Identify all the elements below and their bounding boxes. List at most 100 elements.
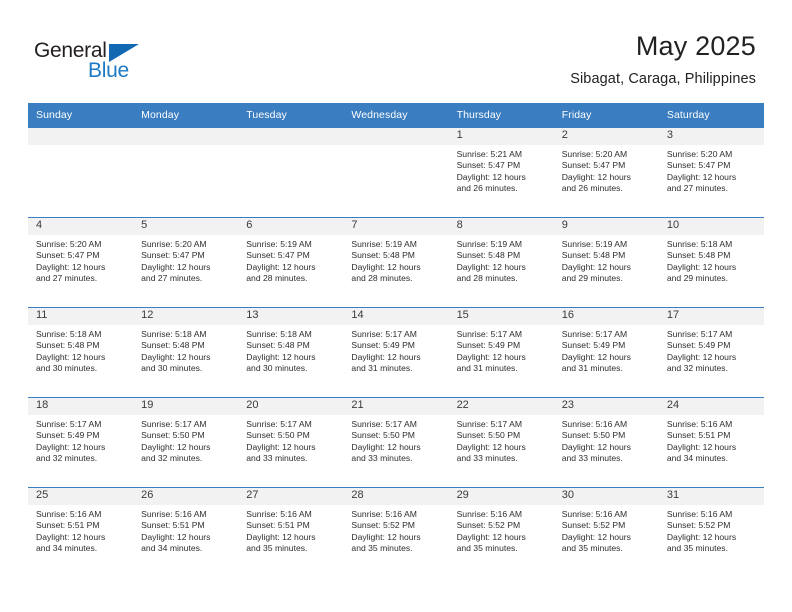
calendar-day-cell[interactable]: 17 Sunrise: 5:17 AM Sunset: 5:49 PM Dayligh… xyxy=(658,307,764,398)
day-details: Sunrise: 5:16 AM Sunset: 5:50 PM Daylight:… xyxy=(554,415,659,465)
calendar-day-cell[interactable]: 14 Sunrise: 5:17 AM Sunset: 5:49 PM Dayligh… xyxy=(343,307,449,398)
daylight-text-line1: Daylight: 12 hours xyxy=(141,261,211,272)
daylight-text-line1: Daylight: 12 hours xyxy=(141,531,211,542)
sunset-text: Sunset: 5:51 PM xyxy=(666,430,731,441)
day-number: 27 xyxy=(238,488,344,505)
calendar-day-cell[interactable]: 8 Sunrise: 5:19 AM Sunset: 5:48 PM Daylight… xyxy=(448,217,554,308)
daylight-text-line1: Daylight: 12 hours xyxy=(561,441,631,452)
sunset-text: Sunset: 5:52 PM xyxy=(561,520,626,531)
sunrise-text: Sunrise: 5:17 AM xyxy=(36,419,102,429)
daylight-text-line1: Daylight: 12 hours xyxy=(246,351,316,362)
daylight-text-line1: Daylight: 12 hours xyxy=(36,441,106,452)
day-number: 12 xyxy=(133,308,239,325)
daylight-text-line1: Daylight: 12 hours xyxy=(351,531,421,542)
calendar-day-cell[interactable]: 16 Sunrise: 5:17 AM Sunset: 5:49 PM Dayligh… xyxy=(553,307,659,398)
day-details: Sunrise: 5:17 AM Sunset: 5:49 PM Daylight:… xyxy=(28,415,133,465)
calendar-day-cell[interactable]: 22 Sunrise: 5:17 AM Sunset: 5:50 PM Dayligh… xyxy=(448,397,554,488)
calendar-day-cell[interactable]: 5 Sunrise: 5:20 AM Sunset: 5:47 PM Daylight… xyxy=(133,217,239,308)
calendar-day-cell[interactable]: 29 Sunrise: 5:16 AM Sunset: 5:52 PM Dayligh… xyxy=(448,487,554,578)
calendar-day-cell[interactable]: 23 Sunrise: 5:16 AM Sunset: 5:50 PM Dayligh… xyxy=(553,397,659,488)
calendar-day-cell[interactable]: 27 Sunrise: 5:16 AM Sunset: 5:51 PM Dayligh… xyxy=(238,487,344,578)
sunrise-text: Sunrise: 5:16 AM xyxy=(561,509,628,519)
sunset-text: Sunset: 5:47 PM xyxy=(561,160,626,171)
sunset-text: Sunset: 5:47 PM xyxy=(666,160,731,171)
calendar-day-cell[interactable]: 18 Sunrise: 5:17 AM Sunset: 5:49 PM Dayligh… xyxy=(28,397,134,488)
day-number: 13 xyxy=(238,308,344,325)
daylight-text-line1: Daylight: 12 hours xyxy=(351,261,421,272)
day-number: 28 xyxy=(343,488,449,505)
day-number: 3 xyxy=(658,128,764,145)
calendar-day-cell[interactable]: 25 Sunrise: 5:16 AM Sunset: 5:51 PM Dayligh… xyxy=(28,487,134,578)
calendar-day-cell[interactable]: 21 Sunrise: 5:17 AM Sunset: 5:50 PM Dayligh… xyxy=(343,397,449,488)
day-number: 15 xyxy=(448,308,554,325)
daylight-text-line1: Daylight: 12 hours xyxy=(141,351,211,362)
day-details: Sunrise: 5:20 AM Sunset: 5:47 PM Daylight:… xyxy=(554,145,659,195)
daylight-text-line2: and 31 minutes. xyxy=(351,363,413,374)
calendar-day-cell[interactable]: 1 Sunrise: 5:21 AM Sunset: 5:47 PM Daylight… xyxy=(448,127,554,218)
day-number: 22 xyxy=(448,398,554,415)
calendar-day-cell[interactable]: 2 Sunrise: 5:20 AM Sunset: 5:47 PM Daylight… xyxy=(553,127,659,218)
day-details: Sunrise: 5:20 AM Sunset: 5:47 PM Daylight:… xyxy=(133,235,238,285)
day-details: Sunrise: 5:17 AM Sunset: 5:49 PM Daylight:… xyxy=(449,325,554,375)
day-details: Sunrise: 5:19 AM Sunset: 5:47 PM Daylight:… xyxy=(238,235,343,285)
sunset-text: Sunset: 5:51 PM xyxy=(36,520,100,531)
sunrise-text: Sunrise: 5:17 AM xyxy=(456,329,523,339)
sunset-text: Sunset: 5:49 PM xyxy=(351,340,415,351)
daylight-text-line2: and 33 minutes. xyxy=(456,453,518,464)
daylight-text-line1: Daylight: 12 hours xyxy=(36,351,106,362)
calendar-page: General Blue May 2025 Sibagat, Caraga, P… xyxy=(0,0,792,612)
daylight-text-line2: and 27 minutes. xyxy=(666,183,728,194)
sunrise-text: Sunrise: 5:20 AM xyxy=(36,239,102,249)
calendar-cell-empty xyxy=(343,127,449,218)
daylight-text-line2: and 28 minutes. xyxy=(351,273,413,284)
calendar-day-cell[interactable]: 7 Sunrise: 5:19 AM Sunset: 5:48 PM Daylight… xyxy=(343,217,449,308)
sunrise-text: Sunrise: 5:17 AM xyxy=(456,419,523,429)
daylight-text-line2: and 26 minutes. xyxy=(456,183,518,194)
sunset-text: Sunset: 5:52 PM xyxy=(456,520,521,531)
page-title: May 2025 xyxy=(635,31,756,61)
daylight-text-line2: and 29 minutes. xyxy=(561,273,623,284)
calendar-day-cell[interactable]: 9 Sunrise: 5:19 AM Sunset: 5:48 PM Daylight… xyxy=(553,217,659,308)
daylight-text-line2: and 32 minutes. xyxy=(141,453,203,464)
calendar-cell-empty xyxy=(238,127,344,218)
day-details: Sunrise: 5:18 AM Sunset: 5:48 PM Daylight:… xyxy=(28,325,133,375)
calendar-day-cell[interactable]: 11 Sunrise: 5:18 AM Sunset: 5:48 PM Dayligh… xyxy=(28,307,134,398)
daylight-text-line1: Daylight: 12 hours xyxy=(351,441,421,452)
calendar-day-cell[interactable]: 6 Sunrise: 5:19 AM Sunset: 5:47 PM Daylight… xyxy=(238,217,344,308)
day-number: 29 xyxy=(448,488,554,505)
calendar-day-cell[interactable]: 26 Sunrise: 5:16 AM Sunset: 5:51 PM Dayligh… xyxy=(133,487,239,578)
daylight-text-line1: Daylight: 12 hours xyxy=(456,441,526,452)
calendar-day-cell[interactable]: 20 Sunrise: 5:17 AM Sunset: 5:50 PM Dayligh… xyxy=(238,397,344,488)
sunrise-text: Sunrise: 5:20 AM xyxy=(141,239,207,249)
calendar-day-cell[interactable]: 4 Sunrise: 5:20 AM Sunset: 5:47 PM Daylight… xyxy=(28,217,134,308)
calendar-day-cell[interactable]: 19 Sunrise: 5:17 AM Sunset: 5:50 PM Dayligh… xyxy=(133,397,239,488)
daylight-text-line2: and 28 minutes. xyxy=(456,273,518,284)
day-number: 5 xyxy=(133,218,239,235)
day-details: Sunrise: 5:17 AM Sunset: 5:50 PM Daylight:… xyxy=(343,415,448,465)
sunrise-text: Sunrise: 5:19 AM xyxy=(456,239,523,249)
day-details: Sunrise: 5:18 AM Sunset: 5:48 PM Daylight:… xyxy=(133,325,238,375)
sunset-text: Sunset: 5:49 PM xyxy=(36,430,100,441)
calendar-day-cell[interactable]: 10 Sunrise: 5:18 AM Sunset: 5:48 PM Dayligh… xyxy=(658,217,764,308)
day-number xyxy=(28,128,134,145)
calendar-day-cell[interactable]: 24 Sunrise: 5:16 AM Sunset: 5:51 PM Dayligh… xyxy=(658,397,764,488)
calendar-day-cell[interactable]: 28 Sunrise: 5:16 AM Sunset: 5:52 PM Dayligh… xyxy=(343,487,449,578)
calendar-day-cell[interactable]: 15 Sunrise: 5:17 AM Sunset: 5:49 PM Dayligh… xyxy=(448,307,554,398)
daylight-text-line1: Daylight: 12 hours xyxy=(246,441,316,452)
daylight-text-line2: and 31 minutes. xyxy=(456,363,518,374)
calendar-day-cell[interactable]: 31 Sunrise: 5:16 AM Sunset: 5:52 PM Dayligh… xyxy=(658,487,764,578)
sunrise-text: Sunrise: 5:18 AM xyxy=(36,329,102,339)
day-number: 17 xyxy=(658,308,764,325)
day-number: 9 xyxy=(553,218,659,235)
day-number: 21 xyxy=(343,398,449,415)
day-details: Sunrise: 5:19 AM Sunset: 5:48 PM Daylight:… xyxy=(343,235,448,285)
calendar-day-cell[interactable]: 3 Sunrise: 5:20 AM Sunset: 5:47 PM Daylight… xyxy=(658,127,764,218)
calendar-day-cell[interactable]: 30 Sunrise: 5:16 AM Sunset: 5:52 PM Dayligh… xyxy=(553,487,659,578)
calendar-day-cell[interactable]: 13 Sunrise: 5:18 AM Sunset: 5:48 PM Dayligh… xyxy=(238,307,344,398)
day-number: 6 xyxy=(238,218,344,235)
general-blue-logo[interactable]: General Blue xyxy=(34,39,164,83)
calendar-day-cell[interactable]: 12 Sunrise: 5:18 AM Sunset: 5:48 PM Dayligh… xyxy=(133,307,239,398)
sunset-text: Sunset: 5:52 PM xyxy=(351,520,415,531)
daylight-text-line2: and 32 minutes. xyxy=(666,363,728,374)
daylight-text-line1: Daylight: 12 hours xyxy=(666,171,737,182)
